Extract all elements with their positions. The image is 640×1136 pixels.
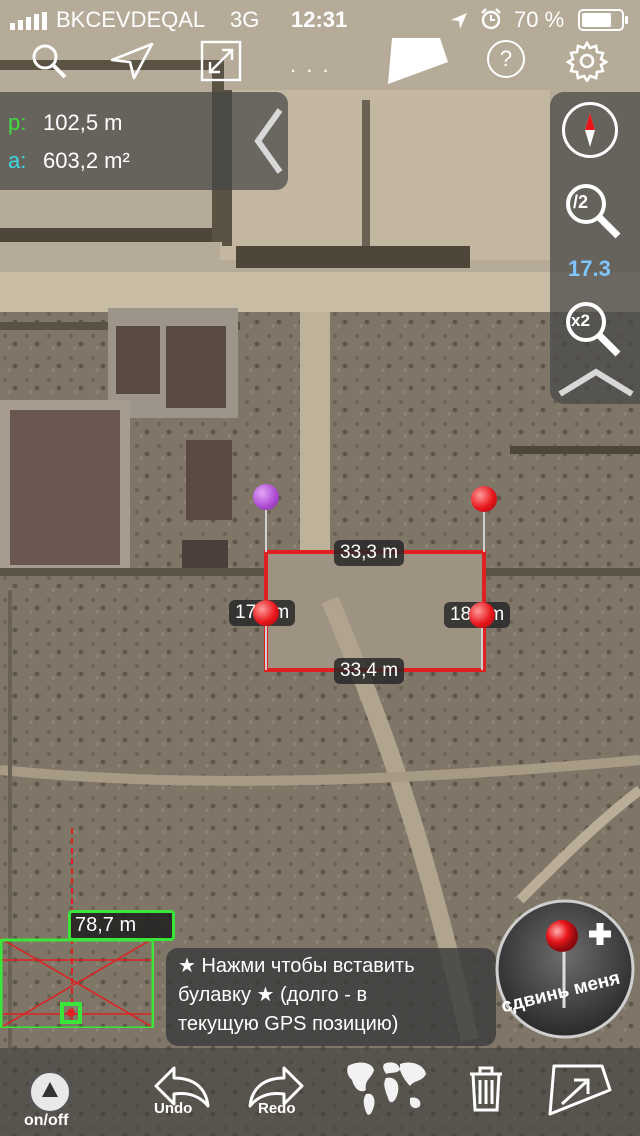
- navigate-icon[interactable]: [110, 42, 154, 85]
- move-me-button[interactable]: сдвинь меня: [494, 898, 636, 1040]
- carrier-name: BKCEVDEQAL: [56, 7, 206, 32]
- world-map-icon[interactable]: [344, 1058, 428, 1125]
- gps-toggle-label: on/off: [24, 1112, 69, 1129]
- trash-icon[interactable]: [466, 1064, 506, 1119]
- status-bar: BKCEVDEQAL 3G 12:31 70 %: [0, 0, 640, 40]
- location-arrow-icon: [450, 10, 468, 36]
- pin-purple[interactable]: [253, 484, 279, 510]
- undo-label: Undo: [154, 1100, 193, 1117]
- segment-label-top: 33,3 m: [334, 540, 405, 566]
- collapse-up-chevron-icon[interactable]: [556, 368, 636, 403]
- measure-area-icon[interactable]: [384, 34, 450, 91]
- battery-percent: 70 %: [514, 7, 565, 32]
- gear-icon[interactable]: [565, 40, 609, 87]
- clock: 12:31: [291, 7, 348, 32]
- redo-label: Redo: [258, 1100, 296, 1117]
- more-menu-button[interactable]: . . .: [290, 52, 331, 78]
- alarm-icon: [480, 8, 502, 36]
- hint-tooltip: ★ Нажми чтобы вставить булавку ★ (долго …: [166, 948, 496, 1046]
- measurement-info-panel: p: 102,5 m a: 603,2 m²: [0, 92, 288, 190]
- collapse-chevron-icon[interactable]: [250, 106, 284, 181]
- signal-icon: [10, 10, 48, 36]
- zoom-level: 17.3: [568, 256, 611, 281]
- battery-icon: [578, 9, 630, 37]
- zoom-out-label: /2: [573, 192, 589, 212]
- hint-line-3: текущую GPS позицию): [178, 1013, 399, 1035]
- pin-red-right-mid[interactable]: [469, 602, 495, 628]
- perimeter-label: p:: [8, 110, 27, 135]
- area-value: 603,2 m²: [43, 148, 130, 173]
- help-label: ?: [499, 46, 513, 71]
- zoom-in-button[interactable]: x2: [562, 298, 624, 365]
- area-label: a:: [8, 148, 27, 173]
- segment-label-bottom: 33,4 m: [334, 658, 405, 684]
- network-type: 3G: [230, 7, 260, 32]
- perimeter-value: 102,5 m: [43, 110, 123, 135]
- zoom-out-button[interactable]: /2: [562, 180, 624, 247]
- fullscreen-icon[interactable]: [200, 40, 242, 87]
- gps-toggle-button[interactable]: [28, 1070, 72, 1114]
- help-icon[interactable]: ?: [487, 40, 525, 78]
- hint-line-2: булавку ★ (долго - в: [178, 984, 368, 1006]
- compass-icon[interactable]: [562, 102, 618, 158]
- hint-line-1: ★ Нажми чтобы вставить: [178, 955, 415, 977]
- search-icon[interactable]: [30, 42, 68, 85]
- zoom-in-label: x2: [571, 311, 590, 330]
- pin-red-top-right[interactable]: [471, 486, 497, 512]
- zoom-panel: /2 17.3 x2: [550, 92, 640, 404]
- share-area-icon[interactable]: [546, 1062, 612, 1123]
- minimap[interactable]: [0, 828, 154, 1048]
- pin-red-left-mid[interactable]: [253, 600, 279, 626]
- bottom-toolbar: [0, 1048, 640, 1136]
- minimap-distance: 78,7 m: [68, 910, 176, 941]
